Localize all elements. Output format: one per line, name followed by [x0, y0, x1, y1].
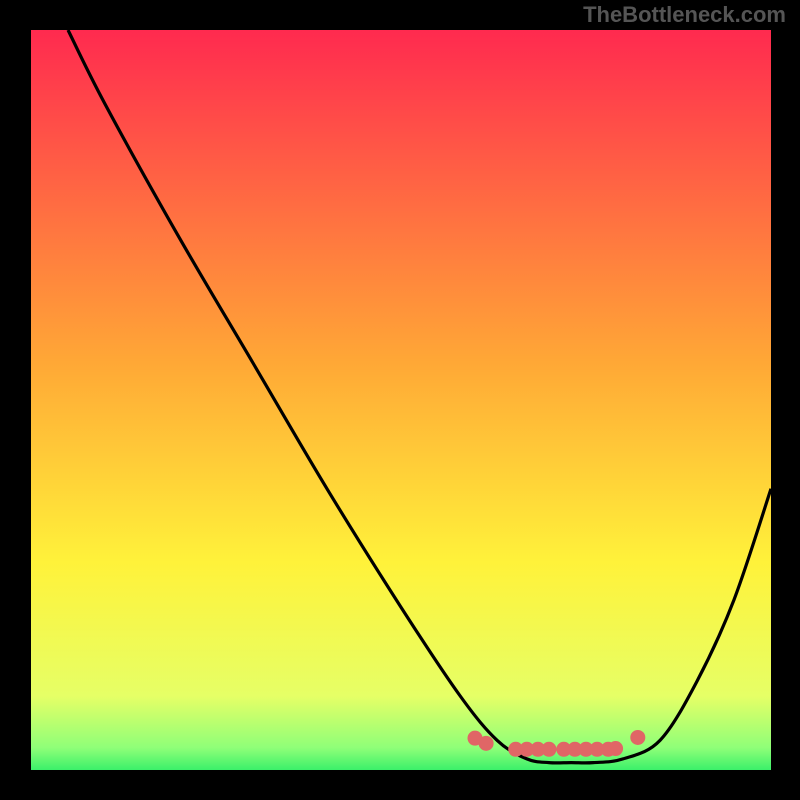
watermark: TheBottleneck.com: [583, 2, 786, 28]
data-marker: [630, 730, 645, 745]
data-marker: [479, 736, 494, 751]
gradient-background: [31, 30, 771, 770]
plot-frame: TheBottleneck.com: [0, 0, 800, 800]
plot-svg: [0, 0, 800, 800]
data-marker: [608, 741, 623, 756]
data-marker: [542, 742, 557, 757]
